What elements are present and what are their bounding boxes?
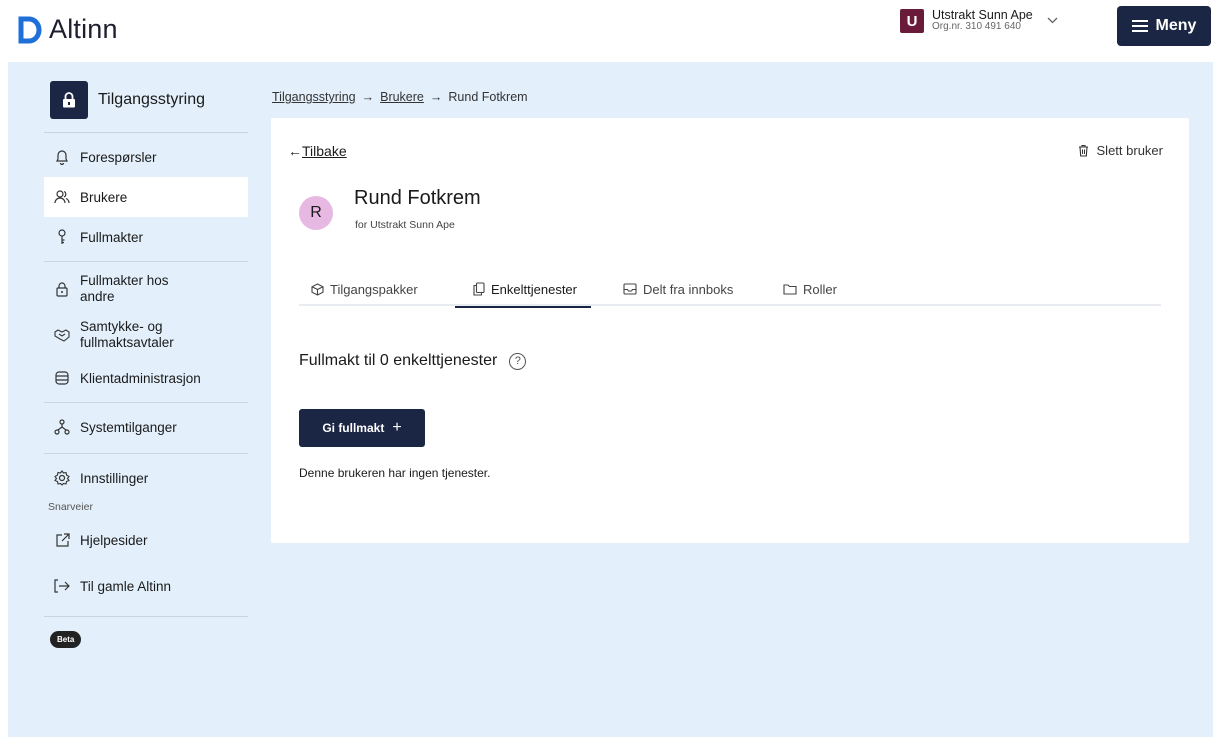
tab-tilgangspakker[interactable]: Tilgangspakker xyxy=(311,272,418,306)
hamburger-icon xyxy=(1131,17,1148,35)
tab-delt-fra-innboks[interactable]: Delt fra innboks xyxy=(623,272,733,306)
account-name: Utstrakt Sunn Ape xyxy=(932,8,1033,22)
tab-roller[interactable]: Roller xyxy=(783,272,837,306)
delete-user-label: Slett bruker xyxy=(1096,143,1163,158)
divider xyxy=(44,453,248,454)
account-switcher[interactable]: U Utstrakt Sunn Ape Org.nr. 310 491 640 xyxy=(900,9,1058,33)
breadcrumb: Tilgangsstyring → Brukere → Rund Fotkrem xyxy=(272,90,528,104)
divider xyxy=(44,132,248,133)
sidebar-item-label: Systemtilganger xyxy=(80,419,177,435)
user-name: Rund Fotkrem xyxy=(354,187,481,209)
gear-icon xyxy=(54,470,70,486)
arrow-right-icon: → xyxy=(361,90,375,104)
sidebar-item-fullmakter[interactable]: Fullmakter xyxy=(44,217,248,257)
altinn-logo[interactable]: Altinn xyxy=(18,14,118,45)
sidebar-item-fullmakter-hos-andre[interactable]: Fullmakter hos andre xyxy=(44,266,248,312)
account-avatar: U xyxy=(900,9,924,33)
bell-icon xyxy=(54,149,70,165)
sidebar-item-label: Til gamle Altinn xyxy=(80,578,172,594)
breadcrumb-current: Rund Fotkrem xyxy=(448,90,528,104)
package-icon xyxy=(311,282,324,296)
network-icon xyxy=(54,419,70,435)
delete-user-button[interactable]: Slett bruker xyxy=(1078,143,1163,158)
sidebar-item-til-gamle-altinn[interactable]: Til gamle Altinn xyxy=(44,566,248,606)
trash-icon xyxy=(1078,144,1088,157)
breadcrumb-link-brukere[interactable]: Brukere xyxy=(380,90,424,104)
sidebar-item-label: Innstillinger xyxy=(80,470,149,486)
handshake-icon xyxy=(54,327,70,343)
sidebar-item-label: Klientadministrasjon xyxy=(80,370,201,386)
enter-icon xyxy=(54,578,70,594)
sidebar-item-label: Brukere xyxy=(80,189,128,205)
chevron-down-icon xyxy=(1047,15,1058,27)
inbox-icon xyxy=(623,283,637,295)
give-authorization-label: Gi fullmakt xyxy=(322,421,385,435)
breadcrumb-link-tilgangsstyring[interactable]: Tilgangsstyring xyxy=(272,90,356,104)
external-link-icon xyxy=(54,532,70,548)
shortcuts-heading: Snarveier xyxy=(48,501,93,513)
top-header: Altinn U Utstrakt Sunn Ape Org.nr. 310 4… xyxy=(0,0,1213,62)
section-title-text: Fullmakt til 0 enkelttjenester xyxy=(299,352,498,369)
sidebar-item-samtykke[interactable]: Samtykke- og fullmaktsavtaler xyxy=(44,312,248,358)
sidebar-item-label: Fullmakter xyxy=(80,229,144,245)
sidebar: Tilgangsstyring Forespørsler Brukere Ful… xyxy=(44,80,248,648)
main-area: Tilgangsstyring Forespørsler Brukere Ful… xyxy=(8,62,1213,737)
plus-icon: + xyxy=(392,419,402,436)
arrow-left-icon: ← xyxy=(288,143,302,159)
back-link-label: Tilbake xyxy=(302,143,347,159)
user-organization: for Utstrakt Sunn Ape xyxy=(355,219,455,231)
tab-label: Tilgangspakker xyxy=(330,281,418,297)
sidebar-item-systemtilganger[interactable]: Systemtilganger xyxy=(44,407,248,447)
divider xyxy=(44,616,248,617)
sidebar-item-brukere[interactable]: Brukere xyxy=(44,177,248,217)
sidebar-item-hjelpesider[interactable]: Hjelpesider xyxy=(44,520,248,560)
arrow-right-icon: → xyxy=(429,90,443,104)
sidebar-title: Tilgangsstyring xyxy=(44,80,248,122)
copy-icon xyxy=(473,282,485,296)
sidebar-item-foresporsler[interactable]: Forespørsler xyxy=(44,137,248,177)
tab-enkelttjenester[interactable]: Enkelttjenester xyxy=(455,272,591,308)
account-text: Utstrakt Sunn Ape Org.nr. 310 491 640 xyxy=(932,9,1033,33)
folder-icon xyxy=(783,284,797,295)
sidebar-item-innstillinger[interactable]: Innstillinger xyxy=(44,458,248,498)
section-title: Fullmakt til 0 enkelttjenester ? xyxy=(299,352,527,370)
menu-button-label: Meny xyxy=(1155,17,1197,34)
sidebar-item-label: Hjelpesider xyxy=(80,532,148,548)
user-detail-card: ←Tilbake Slett bruker R Rund Fotkrem for… xyxy=(271,118,1189,543)
tab-bar: Tilgangspakker Enkelttjenester Delt fra … xyxy=(299,272,1161,308)
divider xyxy=(44,402,248,403)
sidebar-item-label: Forespørsler xyxy=(80,149,157,165)
sidebar-item-label: Fullmakter hos andre xyxy=(80,273,169,304)
back-link[interactable]: ←Tilbake xyxy=(288,143,347,159)
help-icon[interactable]: ? xyxy=(509,352,527,370)
altinn-logo-icon xyxy=(18,16,42,43)
database-icon xyxy=(54,370,70,386)
give-authorization-button[interactable]: Gi fullmakt + xyxy=(299,409,425,447)
sidebar-item-label: Samtykke- og fullmaktsavtaler xyxy=(80,319,174,350)
tab-label: Delt fra innboks xyxy=(643,281,734,297)
account-org-number: Org.nr. 310 491 640 xyxy=(932,21,1021,32)
key-icon xyxy=(54,229,70,245)
menu-button[interactable]: Meny xyxy=(1117,6,1211,46)
tab-label: Roller xyxy=(803,281,837,297)
divider xyxy=(44,261,248,262)
beta-badge: Beta xyxy=(50,631,82,648)
empty-state-text: Denne brukeren har ingen tjenester. xyxy=(299,466,491,480)
lock-icon xyxy=(50,81,88,119)
lock-icon xyxy=(54,281,70,297)
users-icon xyxy=(54,189,70,205)
tab-label: Enkelttjenester xyxy=(491,281,577,297)
logo-text: Altinn xyxy=(49,14,118,44)
sidebar-title-label: Tilgangsstyring xyxy=(98,91,206,108)
user-avatar: R xyxy=(299,196,333,230)
sidebar-item-klientadministrasjon[interactable]: Klientadministrasjon xyxy=(44,358,248,398)
